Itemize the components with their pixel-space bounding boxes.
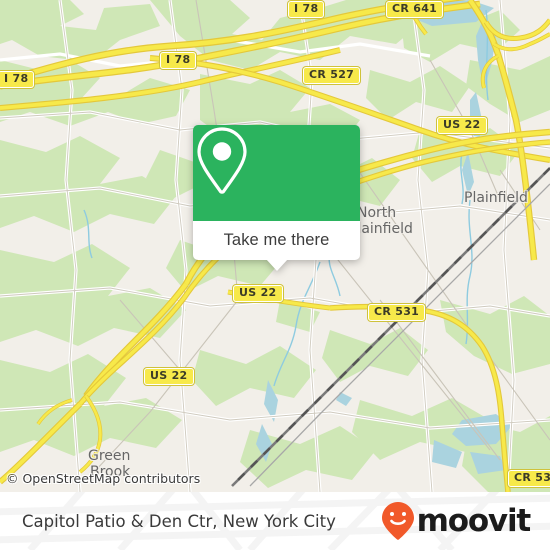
take-me-there-card[interactable]: Take me there xyxy=(193,125,360,271)
shield-us22-mid: US 22 xyxy=(233,285,283,302)
shield-cr527: CR 527 xyxy=(303,67,361,84)
shield-i78-mid: I 78 xyxy=(160,52,197,69)
shield-us22-west: US 22 xyxy=(144,368,194,385)
card-pointer-tail xyxy=(266,259,288,271)
moovit-wordmark: moovit xyxy=(416,503,532,539)
osm-attribution[interactable]: © OpenStreetMap contributors xyxy=(6,471,200,486)
map-canvas[interactable]: Plainfield North Plainfield Green Brook … xyxy=(0,0,550,492)
shield-cr641: CR 641 xyxy=(386,1,444,18)
shield-i78-west: I 78 xyxy=(0,71,35,88)
shield-cr531-mid: CR 531 xyxy=(368,304,426,321)
page-title: Capitol Patio & Den Ctr, New York City xyxy=(22,511,336,531)
shield-cr531-south: CR 531 xyxy=(508,470,550,487)
shield-us22-east: US 22 xyxy=(437,117,487,134)
moovit-map-screenshot: Plainfield North Plainfield Green Brook … xyxy=(0,0,550,550)
shield-i78-top: I 78 xyxy=(288,1,325,18)
moovit-logo[interactable]: moovit xyxy=(381,492,532,550)
moovit-pin-smiley-icon xyxy=(381,502,414,540)
footer-bar: Capitol Patio & Den Ctr, New York City m… xyxy=(0,492,550,550)
card-pin-area xyxy=(193,125,360,221)
map-pin-icon xyxy=(197,127,247,194)
take-me-there-button[interactable]: Take me there xyxy=(193,221,360,260)
